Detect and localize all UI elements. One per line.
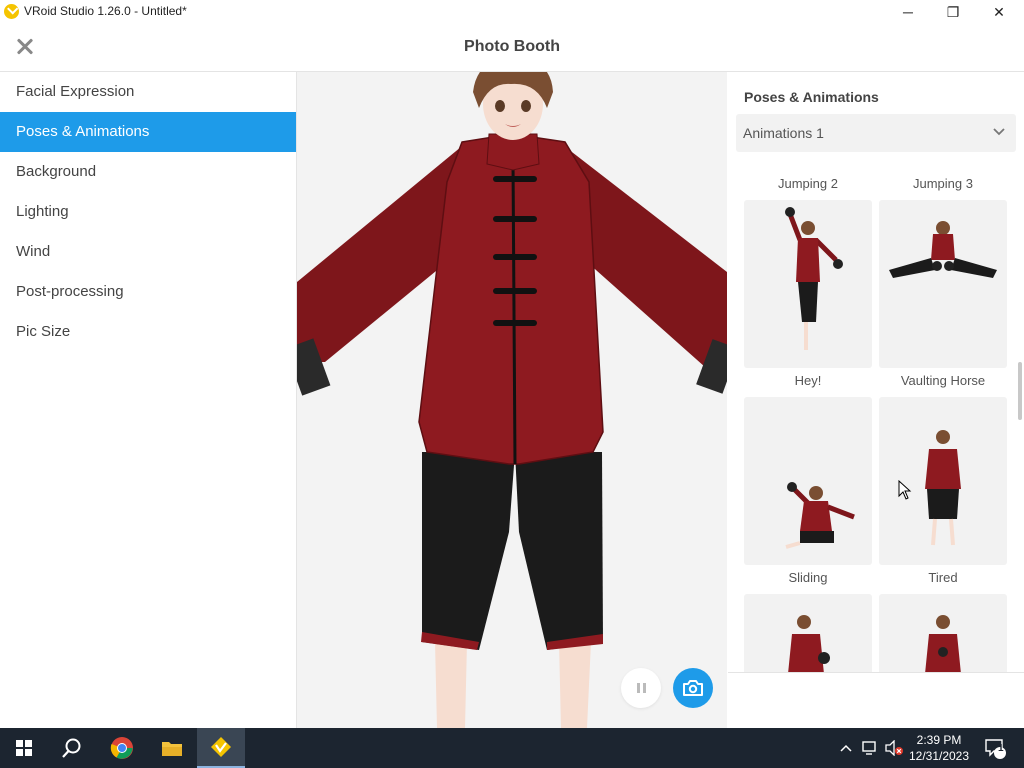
taskbar-file-explorer[interactable]: [148, 728, 196, 768]
animation-label-jumping-2[interactable]: Jumping 2: [744, 176, 872, 191]
chrome-icon: [110, 737, 133, 759]
panel-title: Poses & Animations: [744, 89, 879, 105]
photo-booth-header: Photo Booth: [0, 24, 1024, 72]
close-window-button[interactable]: ✕: [976, 0, 1022, 24]
avatar-model: [297, 72, 727, 728]
taskbar-chrome[interactable]: [98, 728, 146, 768]
mouse-cursor-icon: [898, 480, 912, 500]
panel-scrollbar[interactable]: [1018, 362, 1022, 420]
photo-booth-sidebar: Facial Expression Poses & Animations Bac…: [0, 72, 297, 728]
take-photo-button[interactable]: [673, 668, 713, 708]
sidebar-item-wind[interactable]: Wind: [0, 232, 296, 272]
volume-muted-icon: [885, 740, 903, 756]
windows-logo-icon: [16, 740, 32, 756]
animation-set-dropdown[interactable]: Animations 1: [736, 114, 1016, 152]
sidebar-item-pic-size[interactable]: Pic Size: [0, 312, 296, 352]
animation-card-8[interactable]: [879, 594, 1007, 672]
folder-icon: [162, 742, 182, 756]
sidebar-item-poses-animations[interactable]: Poses & Animations: [0, 112, 296, 152]
windows-taskbar: 2:39 PM 12/31/2023 1: [0, 728, 1024, 768]
sidebar-item-post-processing[interactable]: Post-processing: [0, 272, 296, 312]
taskbar-vroid-studio[interactable]: [197, 728, 245, 768]
chevron-down-icon: [993, 128, 1005, 136]
pose-thumbnail: [785, 482, 855, 549]
camera-icon: [683, 680, 703, 696]
vroid-app-icon: [4, 4, 19, 19]
animation-label-tired[interactable]: Tired: [879, 570, 1007, 585]
animation-card-sliding[interactable]: [744, 397, 872, 565]
animation-card-vaulting-horse[interactable]: [879, 200, 1007, 368]
animation-label-hey[interactable]: Hey!: [744, 373, 872, 388]
clock-date: 12/31/2023: [908, 749, 970, 763]
panel-footer: [728, 672, 1024, 728]
show-hidden-icons[interactable]: [836, 728, 856, 768]
network-icon: [862, 741, 876, 755]
window-title: VRoid Studio 1.26.0 - Untitled*: [24, 4, 187, 18]
volume-tray[interactable]: [882, 728, 906, 768]
action-center-button[interactable]: 1: [978, 728, 1012, 768]
system-clock[interactable]: 2:39 PM 12/31/2023: [904, 732, 974, 764]
pose-thumbnail: [889, 221, 997, 278]
animation-card-7[interactable]: [744, 594, 872, 672]
animation-grid: Jumping 2 Jumping 3 Hey! Vaulting Horse …: [728, 164, 1018, 672]
page-title: Photo Booth: [464, 38, 560, 55]
vroid-icon: [211, 737, 231, 757]
dropdown-value: Animations 1: [743, 125, 824, 141]
minimize-button[interactable]: ─: [885, 0, 931, 24]
animation-label-jumping-3[interactable]: Jumping 3: [879, 176, 1007, 191]
chevron-up-icon: [840, 744, 852, 752]
sidebar-item-background[interactable]: Background: [0, 152, 296, 192]
network-tray[interactable]: [858, 728, 882, 768]
search-button[interactable]: [48, 728, 96, 768]
model-viewport[interactable]: [297, 72, 727, 728]
maximize-button[interactable]: ❐: [930, 0, 976, 24]
pose-thumbnail: [788, 615, 830, 672]
clock-time: 2:39 PM: [916, 733, 962, 747]
animation-label-vaulting-horse[interactable]: Vaulting Horse: [879, 373, 1007, 388]
animation-card-hey[interactable]: [744, 200, 872, 368]
pause-button[interactable]: [621, 668, 661, 708]
sidebar-item-lighting[interactable]: Lighting: [0, 192, 296, 232]
window-title-bar: VRoid Studio 1.26.0 - Untitled* ─ ❐ ✕: [0, 0, 1024, 24]
pose-thumbnail: [925, 615, 961, 672]
pose-thumbnail: [785, 207, 843, 350]
sidebar-item-facial-expression[interactable]: Facial Expression: [0, 72, 296, 112]
start-button[interactable]: [0, 728, 48, 768]
animation-label-sliding[interactable]: Sliding: [744, 570, 872, 585]
notification-count: 1: [998, 743, 1004, 754]
pause-icon: [636, 683, 640, 693]
poses-animations-panel: Poses & Animations Animations 1 Jumping …: [728, 72, 1024, 728]
search-icon: [62, 738, 81, 758]
